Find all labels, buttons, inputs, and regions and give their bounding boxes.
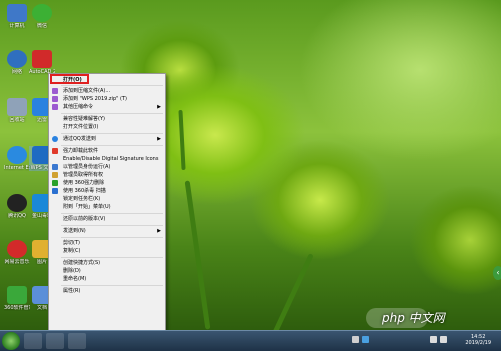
menu-item-pin-start[interactable]: 附到「开始」菜单(U) bbox=[49, 203, 165, 211]
desktop-icon-recycle-bin[interactable]: 回收站 bbox=[4, 98, 30, 123]
qq-icon bbox=[52, 136, 58, 142]
menu-item-add-archive[interactable]: 添加到压缩文件(A)... bbox=[49, 87, 165, 95]
network-icon bbox=[7, 50, 27, 68]
menu-item-360-delete[interactable]: 使用 360强力删除 bbox=[49, 179, 165, 187]
menu-item-pin-taskbar[interactable]: 锁定到任务栏(K) bbox=[49, 195, 165, 203]
menu-separator bbox=[61, 145, 163, 146]
menu-item-run-as-admin[interactable]: 以管理员身份运行(A) bbox=[49, 163, 165, 171]
menu-item-rename[interactable]: 重命名(M) bbox=[49, 275, 165, 283]
recycle-bin-icon bbox=[7, 98, 27, 116]
desktop-icon-netease-music[interactable]: 网易云音乐 bbox=[4, 240, 30, 265]
wechat-icon bbox=[32, 4, 52, 22]
system-clock[interactable]: 14:52 2019/2/19 bbox=[465, 334, 491, 346]
menu-separator bbox=[61, 113, 163, 114]
key-icon bbox=[52, 172, 58, 178]
menu-item-send-qq[interactable]: 通过QQ发送到 ▶ bbox=[49, 135, 165, 143]
side-expand-button[interactable]: ‹ bbox=[493, 266, 501, 280]
menu-item-open-location[interactable]: 打开文件位置(I) bbox=[49, 123, 165, 131]
submenu-arrow-icon: ▶ bbox=[157, 104, 161, 110]
shield-icon bbox=[52, 148, 58, 154]
computer-icon bbox=[7, 4, 27, 22]
software-manager-icon bbox=[7, 286, 27, 304]
menu-separator bbox=[61, 285, 163, 286]
archive-icon bbox=[52, 96, 58, 102]
menu-separator bbox=[61, 225, 163, 226]
archive-icon bbox=[52, 104, 58, 110]
menu-item-other-commands[interactable]: 其他压缩命令 ▶ bbox=[49, 103, 165, 111]
menu-item-signature-icons[interactable]: Enable/Disable Digital Signature Icons bbox=[49, 155, 165, 163]
menu-item-send-to[interactable]: 发送到(N) ▶ bbox=[49, 227, 165, 235]
start-button[interactable] bbox=[2, 332, 20, 350]
menu-item-uninstall[interactable]: 强力卸载此软件 bbox=[49, 147, 165, 155]
menu-item-restore-previous[interactable]: 还原以前的版本(V) bbox=[49, 215, 165, 223]
tray-icon-1[interactable] bbox=[352, 336, 359, 343]
antivirus-icon bbox=[52, 188, 58, 194]
menu-item-take-ownership[interactable]: 管理员取得所有权 bbox=[49, 171, 165, 179]
menu-item-troubleshoot[interactable]: 兼容性疑难解答(Y) bbox=[49, 115, 165, 123]
archive-icon bbox=[52, 88, 58, 94]
menu-separator bbox=[61, 213, 163, 214]
menu-item-properties[interactable]: 属性(R) bbox=[49, 287, 165, 295]
autocad-icon bbox=[32, 50, 52, 68]
menu-separator bbox=[61, 237, 163, 238]
netease-music-icon bbox=[7, 240, 27, 258]
volume-icon[interactable] bbox=[440, 336, 447, 343]
open-item-highlight-box bbox=[50, 74, 89, 84]
menu-separator bbox=[61, 133, 163, 134]
taskbar-button-explorer[interactable] bbox=[46, 333, 64, 349]
delete-icon bbox=[52, 180, 58, 186]
menu-separator bbox=[61, 257, 163, 258]
menu-separator bbox=[61, 85, 163, 86]
taskbar-button-360[interactable] bbox=[68, 333, 86, 349]
desktop-icon-autocad[interactable]: AutoCAD 2008 - 简体中文 bbox=[29, 50, 55, 75]
watermark-text: php 中文网 bbox=[382, 311, 445, 325]
desktop-icon-ie[interactable]: Internet Explorer bbox=[4, 146, 30, 171]
menu-item-create-shortcut[interactable]: 创建快捷方式(S) bbox=[49, 259, 165, 267]
desktop-icon-network[interactable]: 网络 bbox=[4, 50, 30, 75]
submenu-arrow-icon: ▶ bbox=[157, 136, 161, 142]
qq-penguin-icon bbox=[7, 194, 27, 212]
desktop-icon-360[interactable]: 360软件管家 bbox=[4, 286, 30, 311]
network-icon[interactable] bbox=[430, 336, 437, 343]
menu-item-copy[interactable]: 复制(C) bbox=[49, 247, 165, 255]
tray-icon-2[interactable] bbox=[362, 336, 369, 343]
taskbar-button-ie[interactable] bbox=[24, 333, 42, 349]
shield-icon bbox=[52, 164, 58, 170]
taskbar: 14:52 2019/2/19 bbox=[0, 330, 501, 351]
desktop-icon-qq[interactable]: 腾讯QQ bbox=[4, 194, 30, 219]
desktop-icon-computer[interactable]: 计算机 bbox=[4, 4, 30, 29]
internet-explorer-icon bbox=[7, 146, 27, 164]
context-menu: 打开(O) 添加到压缩文件(A)... 添加到 "WPS 2019.zip" (… bbox=[48, 73, 166, 331]
menu-item-delete[interactable]: 删除(D) bbox=[49, 267, 165, 275]
menu-item-360-scan[interactable]: 使用 360杀毒 扫描 bbox=[49, 187, 165, 195]
desktop-icon-wechat[interactable]: 微信 bbox=[29, 4, 55, 29]
clock-date: 2019/2/19 bbox=[465, 340, 491, 346]
submenu-arrow-icon: ▶ bbox=[157, 228, 161, 234]
menu-item-add-to-named[interactable]: 添加到 "WPS 2019.zip" (T) bbox=[49, 95, 165, 103]
menu-item-cut[interactable]: 剪切(T) bbox=[49, 239, 165, 247]
